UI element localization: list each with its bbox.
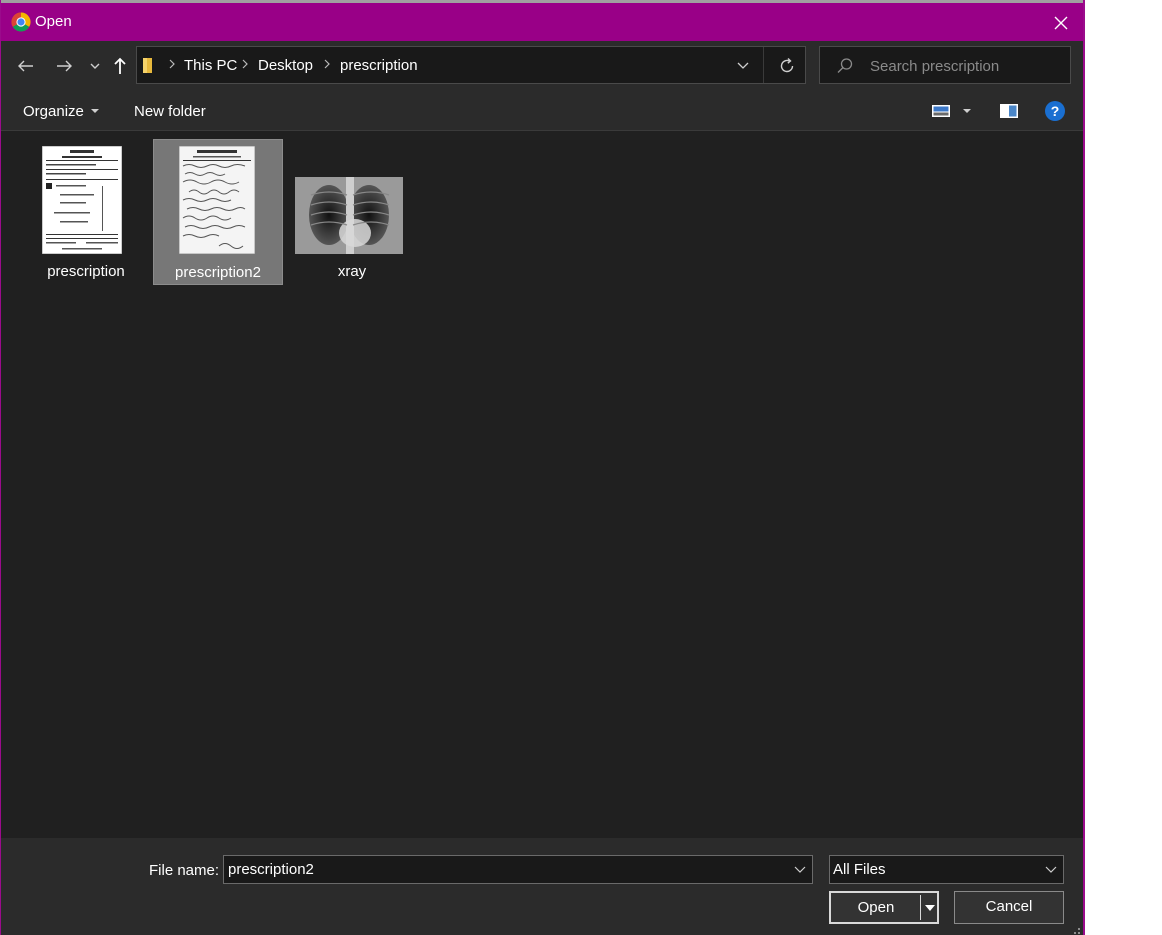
organize-label: Organize xyxy=(23,103,84,120)
cancel-label: Cancel xyxy=(985,898,1033,915)
chevron-down-icon[interactable] xyxy=(83,53,109,79)
help-icon[interactable]: ? xyxy=(1045,101,1065,121)
open-button[interactable]: Open xyxy=(829,891,939,924)
file-type-value: All Files xyxy=(833,861,886,878)
arrow-left-icon[interactable] xyxy=(13,53,39,79)
file-name: prescription2 xyxy=(175,264,261,281)
view-options-caret-icon[interactable] xyxy=(961,107,973,115)
folder-icon xyxy=(143,58,152,73)
help-label: ? xyxy=(1050,103,1060,119)
open-label: Open xyxy=(857,899,895,916)
filename-input[interactable]: prescription2 xyxy=(223,855,813,884)
command-toolbar: Organize New folder ? xyxy=(1,91,1083,131)
search-box[interactable] xyxy=(819,46,1071,84)
preview-pane-icon[interactable] xyxy=(999,102,1019,120)
caret-down-icon xyxy=(91,109,100,113)
file-type-select[interactable]: All Files xyxy=(829,855,1064,884)
chevron-right-icon[interactable] xyxy=(167,57,177,71)
xray-thumbnail xyxy=(295,177,403,254)
file-list: prescription prescription2 xray xyxy=(1,131,1083,838)
view-mode-icon[interactable] xyxy=(931,103,951,119)
arrow-up-icon[interactable] xyxy=(107,53,133,79)
chevron-down-icon[interactable] xyxy=(794,865,806,875)
navigation-bar: This PC Desktop prescription xyxy=(1,41,1083,91)
chevron-right-icon[interactable] xyxy=(240,57,250,71)
chevron-down-icon[interactable] xyxy=(1045,865,1057,875)
arrow-right-icon[interactable] xyxy=(51,53,77,79)
cancel-button[interactable]: Cancel xyxy=(954,891,1064,924)
chevron-right-icon[interactable] xyxy=(322,57,332,71)
search-input[interactable] xyxy=(868,55,1062,77)
refresh-icon[interactable] xyxy=(777,56,797,76)
new-folder-button[interactable]: New folder xyxy=(134,103,206,120)
address-bar[interactable]: This PC Desktop prescription xyxy=(136,46,806,84)
organize-button[interactable]: Organize xyxy=(23,103,100,120)
open-file-dialog: Open This PC Desktop prescription Search… xyxy=(0,0,1085,935)
resize-grip-icon[interactable] xyxy=(1069,923,1081,935)
document-thumbnail xyxy=(42,146,122,254)
file-item[interactable]: xray xyxy=(287,139,417,285)
file-name: prescription xyxy=(47,263,125,280)
filename-value: prescription2 xyxy=(228,861,314,878)
file-name: xray xyxy=(337,263,367,280)
window-title: Open xyxy=(35,13,72,30)
handwritten-thumbnail xyxy=(179,146,255,254)
title-bar: Open xyxy=(1,0,1083,41)
filename-label: File name: xyxy=(149,862,220,879)
breadcrumb-prescription[interactable]: prescription xyxy=(340,57,418,74)
search-icon xyxy=(837,58,853,73)
open-options-caret-icon[interactable] xyxy=(924,904,936,912)
file-item[interactable]: prescription xyxy=(21,139,151,285)
breadcrumb-desktop[interactable]: Desktop xyxy=(258,57,313,74)
close-icon[interactable] xyxy=(1047,9,1075,37)
address-history-chevron-icon[interactable] xyxy=(736,60,750,72)
file-item-selected[interactable]: prescription2 xyxy=(153,139,283,285)
breadcrumb-this-pc[interactable]: This PC xyxy=(184,57,237,74)
chrome-icon xyxy=(11,12,31,32)
file-name-panel: File name: prescription2 All Files Open … xyxy=(1,838,1083,935)
